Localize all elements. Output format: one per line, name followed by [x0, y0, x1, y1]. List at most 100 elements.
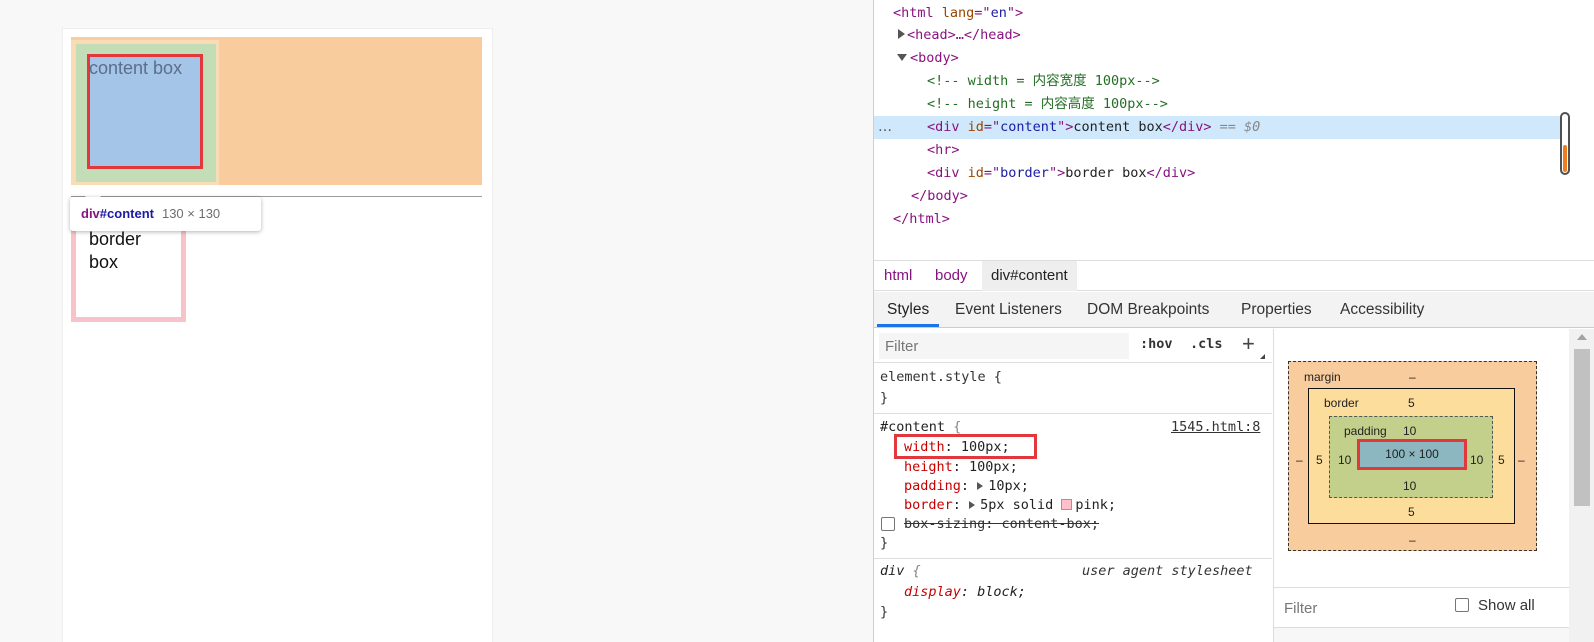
element-style-close: }	[880, 390, 889, 406]
expand-shorthand-icon[interactable]	[969, 501, 976, 509]
styles-toolbar: :hov .cls +	[874, 329, 1272, 363]
padding-bottom-value[interactable]: 10	[1403, 479, 1416, 493]
prop-value: pink;	[1075, 497, 1116, 513]
tab-dom-breakpoints[interactable]: DOM Breakpoints	[1087, 292, 1209, 327]
content-rule-close: }	[880, 535, 889, 551]
prop-sep: :	[960, 478, 970, 494]
expand-arrow-icon[interactable]	[898, 29, 905, 39]
dom-tag-close: ">	[1048, 165, 1066, 181]
padding-left-value[interactable]: 10	[1338, 453, 1351, 467]
dom-scrollbar-thumb[interactable]	[1563, 145, 1567, 172]
dom-text-node: border box	[1065, 165, 1147, 181]
expand-shorthand-icon[interactable]	[977, 482, 984, 490]
dom-attr-value: content	[1000, 119, 1058, 135]
css-prop-border[interactable]: border: 5px solid pink;	[904, 495, 1116, 515]
selector-text: #content	[880, 419, 946, 435]
dom-node-html[interactable]: <html lang="en">	[893, 2, 1023, 25]
dom-attr-value: en	[990, 5, 1007, 21]
styles-filter-input[interactable]	[879, 333, 1129, 359]
show-all-label[interactable]: Show all	[1478, 597, 1535, 614]
css-prop-height[interactable]: height: 100px;	[904, 457, 1018, 477]
dom-text-node: content box	[1073, 119, 1163, 135]
color-swatch-icon[interactable]	[1061, 499, 1073, 510]
plus-corner-icon	[1260, 354, 1265, 359]
margin-bottom-value[interactable]: –	[1409, 533, 1416, 547]
breadcrumb-html[interactable]: html	[875, 261, 921, 291]
open-brace: {	[945, 419, 962, 435]
css-prop-padding[interactable]: padding: 10px;	[904, 476, 1029, 496]
class-toggle[interactable]: .cls	[1190, 336, 1223, 352]
tooltip-arrow	[85, 189, 101, 197]
dom-node-div-content[interactable]: <div id="content">content box</div> == $…	[927, 116, 1260, 139]
dom-tag: <body>	[910, 50, 959, 66]
tooltip-tag: div	[81, 206, 100, 221]
dom-comment-height[interactable]: <!-- height = 内容高度 100px-->	[927, 93, 1168, 116]
border-top-value[interactable]: 5	[1408, 396, 1415, 410]
dom-eq: ="	[983, 119, 1001, 135]
breadcrumb-body[interactable]: body	[926, 261, 977, 291]
dom-end-tag: </div>	[1162, 119, 1212, 135]
rule-divider	[874, 558, 1272, 559]
box-model-content[interactable]: 100 × 100	[1357, 439, 1467, 470]
margin-right-value[interactable]: –	[1518, 453, 1525, 467]
dom-node-body[interactable]: <body>	[897, 47, 959, 70]
show-all-checkbox[interactable]	[1455, 598, 1469, 612]
prop-value: 5px solid	[980, 497, 1054, 513]
dom-node-body-close[interactable]: </body>	[911, 185, 968, 208]
border-bottom-value[interactable]: 5	[1408, 505, 1415, 519]
padding-top-value[interactable]: 10	[1403, 424, 1416, 438]
dom-node-head[interactable]: <head>…</head>	[898, 24, 1021, 47]
box-model-pane: 100 × 100 margin – – – – border 5 5 5 5 …	[1273, 329, 1570, 642]
styles-scrollbar-thumb[interactable]	[1574, 349, 1590, 506]
dom-comment-width[interactable]: <!-- width = 内容宽度 100px-->	[927, 70, 1160, 93]
dom-eq: ="	[983, 165, 1001, 181]
dom-node-menu-icon[interactable]: …	[878, 116, 893, 139]
element-tooltip: div#content 130 × 130	[70, 197, 261, 231]
tab-accessibility[interactable]: Accessibility	[1340, 292, 1424, 327]
margin-top-value[interactable]: –	[1409, 370, 1416, 384]
prop-name: padding	[904, 478, 961, 494]
tab-properties[interactable]: Properties	[1241, 292, 1312, 327]
prop-name: border	[904, 497, 953, 513]
prop-value: : 100px;	[952, 459, 1018, 475]
margin-label: margin	[1304, 370, 1341, 384]
selector-text: div	[880, 563, 905, 579]
padding-right-value[interactable]: 10	[1470, 453, 1483, 467]
ua-rule-selector[interactable]: div {	[880, 561, 921, 581]
tab-event-listeners[interactable]: Event Listeners	[955, 292, 1062, 327]
padding-label: padding	[1344, 424, 1387, 438]
content-rule-source-link[interactable]: 1545.html:8	[1171, 417, 1260, 437]
dom-tag: <div	[927, 119, 968, 135]
dom-tag-close: ">	[1057, 119, 1074, 135]
open-brace: {	[904, 563, 921, 579]
border-left-value[interactable]: 5	[1316, 453, 1323, 467]
collapse-arrow-icon[interactable]	[897, 54, 907, 61]
border-right-value[interactable]: 5	[1498, 453, 1505, 467]
content-box-text: content box	[89, 58, 183, 78]
sidebar-tabs: Styles Event Listeners DOM Breakpoints P…	[874, 292, 1594, 328]
computed-filter-input[interactable]	[1280, 596, 1430, 620]
css-prop-box-sizing[interactable]: box-sizing: content-box;	[904, 514, 1099, 534]
css-prop-display[interactable]: display: block;	[904, 582, 1026, 602]
dom-node-div-border[interactable]: <div id="border">border box</div>	[927, 162, 1195, 185]
dom-tag: <head>…</head>	[907, 27, 1021, 43]
element-style-selector[interactable]: element.style {	[880, 367, 1002, 387]
box-sizing-checkbox[interactable]	[881, 517, 895, 531]
prop-value: 10px;	[988, 478, 1029, 494]
devtools-panel: … <html lang="en"> <head>…</head> <body>…	[873, 0, 1594, 642]
new-style-rule-button[interactable]: +	[1242, 331, 1255, 357]
dom-node-html-close[interactable]: </html>	[893, 208, 950, 231]
computed-filter-row: Show all	[1274, 587, 1570, 627]
rule-divider	[874, 413, 1272, 414]
margin-left-value[interactable]: –	[1296, 453, 1303, 467]
dom-attr-value: border	[1000, 165, 1049, 181]
tab-styles[interactable]: Styles	[877, 292, 940, 327]
dom-selected-marker: == $0	[1219, 119, 1261, 135]
dom-eq: ="	[974, 5, 991, 21]
scroll-up-arrow-icon[interactable]	[1577, 334, 1587, 340]
dom-node-hr[interactable]: <hr>	[927, 139, 960, 162]
breadcrumb-div-content[interactable]: div#content	[982, 261, 1077, 291]
dom-tag: <div	[927, 165, 968, 181]
border-box-text: border box	[89, 229, 142, 272]
hover-state-toggle[interactable]: :hov	[1140, 336, 1173, 352]
